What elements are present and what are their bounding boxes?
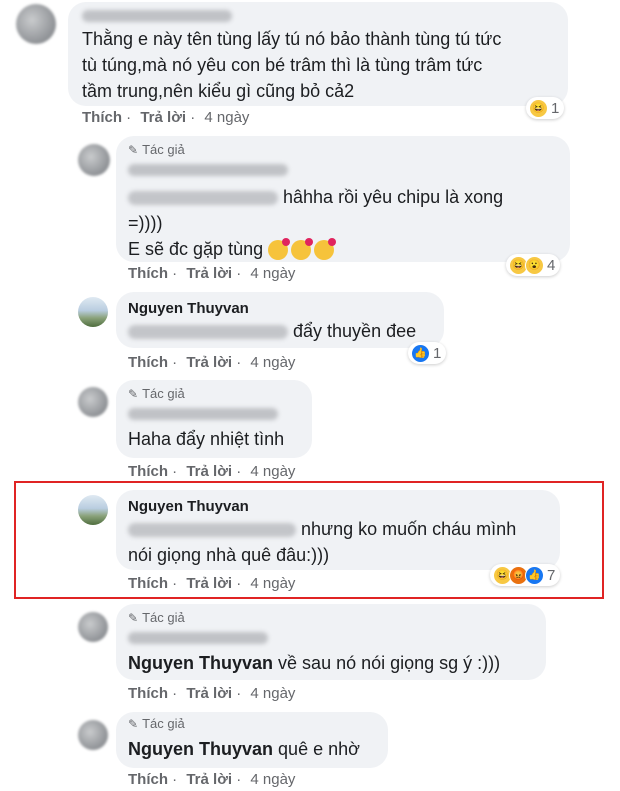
mention-link[interactable]: Nguyen Thuyvan [128, 653, 273, 673]
reaction-summary[interactable]: 😆 😡 👍 7 [490, 564, 561, 586]
timestamp[interactable]: 4 ngày [250, 771, 295, 788]
like-link[interactable]: Thích [128, 354, 168, 371]
comment-bubble: ✎ Tác giả Haha đẩy nhiệt tình [116, 380, 312, 458]
avatar[interactable] [78, 387, 108, 417]
comment-text: Nguyen Thuyvan về sau nó nói giọng sg ý … [128, 653, 501, 673]
like-icon: 👍 [411, 343, 430, 363]
comment-bubble: ✎ Tác giả Nguyen Thuyvan quê e nhờ [116, 712, 388, 768]
comment-bubble: ✎ Tác giả Nguyen Thuyvan về sau nó nói gi… [116, 604, 546, 680]
redacted-mention [128, 523, 296, 538]
wow-icon: 😮 [525, 255, 544, 275]
commenter-name[interactable]: Nguyen Thuyvan [128, 498, 249, 515]
timestamp[interactable]: 4 ngày [250, 354, 295, 371]
avatar[interactable] [78, 612, 108, 642]
haha-icon: 😆 [529, 98, 548, 118]
reply-link[interactable]: Trả lời [186, 354, 232, 371]
timestamp[interactable]: 4 ngày [250, 575, 295, 592]
redacted-name [128, 632, 268, 644]
timestamp[interactable]: 4 ngày [250, 265, 295, 282]
smiling-hearts-icon [268, 238, 291, 261]
reply-link[interactable]: Trả lời [186, 575, 232, 592]
avatar[interactable] [16, 4, 56, 44]
comment-actions: Thích · Trả lời · 4 ngày [128, 463, 296, 480]
comment-actions: Thích · Trả lời · 4 ngày [128, 265, 296, 282]
comment-actions: Thích · Trả lời · 4 ngày [128, 771, 296, 788]
timestamp[interactable]: 4 ngày [250, 685, 295, 702]
reply-link[interactable]: Trả lời [186, 771, 232, 788]
like-link[interactable]: Thích [82, 109, 122, 126]
pen-icon: ✎ [128, 143, 139, 157]
redacted-mention [128, 191, 278, 206]
reaction-summary[interactable]: 😆 1 [526, 97, 565, 119]
comment-bubble: Nguyen Thuyvan đẩy thuyền đee [116, 292, 444, 348]
redacted-name [128, 164, 288, 176]
reaction-summary[interactable]: 😆 😮 4 [506, 254, 561, 276]
pen-icon: ✎ [128, 717, 139, 731]
comment-text: Nguyen Thuyvan quê e nhờ [128, 739, 360, 759]
comment-bubble: ✎ Tác giả hâhha rồi yêu chipu là xong =))… [116, 136, 570, 262]
timestamp[interactable]: 4 ngày [204, 109, 249, 126]
like-link[interactable]: Thích [128, 463, 168, 480]
smiling-hearts-icon [314, 238, 337, 261]
comment-bubble: Nguyen Thuyvan nhưng ko muốn cháu mình n… [116, 490, 560, 570]
author-badge: ✎ Tác giả [128, 386, 185, 401]
comment-text: nhưng ko muốn cháu mình nói giọng nhà qu… [128, 519, 517, 565]
avatar[interactable] [78, 720, 108, 750]
reply-link[interactable]: Trả lời [186, 463, 232, 480]
comment-text: đẩy thuyền đee [128, 318, 438, 344]
author-badge: ✎ Tác giả [128, 142, 185, 157]
reaction-summary[interactable]: 👍 1 [408, 342, 447, 364]
comment-actions: Thích · Trả lời · 4 ngày [128, 575, 296, 592]
comment-bubble: Thằng e này tên tùng lấy tú nó bảo thành… [68, 2, 568, 106]
comment-actions: Thích · Trả lời · 4 ngày [82, 109, 250, 126]
comment-actions: Thích · Trả lời · 4 ngày [128, 354, 296, 371]
pen-icon: ✎ [128, 611, 139, 625]
like-link[interactable]: Thích [128, 685, 168, 702]
pen-icon: ✎ [128, 387, 139, 401]
avatar[interactable] [78, 297, 108, 327]
like-link[interactable]: Thích [128, 771, 168, 788]
reply-link[interactable]: Trả lời [186, 685, 232, 702]
mention-link[interactable]: Nguyen Thuyvan [128, 739, 273, 759]
comment-text: Haha đẩy nhiệt tình [128, 429, 285, 449]
redacted-name [82, 10, 232, 22]
comment-actions: Thích · Trả lời · 4 ngày [128, 685, 296, 702]
redacted-mention [128, 325, 288, 340]
reply-link[interactable]: Trả lời [140, 109, 186, 126]
reply-link[interactable]: Trả lời [186, 265, 232, 282]
timestamp[interactable]: 4 ngày [250, 463, 295, 480]
comment-text: hâhha rồi yêu chipu là xong =)))) E sẽ đ… [128, 187, 504, 261]
avatar[interactable] [78, 144, 110, 176]
like-link[interactable]: Thích [128, 575, 168, 592]
like-icon: 👍 [525, 565, 544, 585]
author-badge: ✎ Tác giả [128, 610, 185, 625]
commenter-name[interactable]: Nguyen Thuyvan [128, 300, 249, 317]
redacted-name [128, 408, 278, 420]
like-link[interactable]: Thích [128, 265, 168, 282]
comment-text: Thằng e này tên tùng lấy tú nó bảo thành… [82, 29, 502, 101]
smiling-hearts-icon [291, 238, 314, 261]
author-badge: ✎ Tác giả [128, 716, 185, 731]
avatar[interactable] [78, 495, 108, 525]
